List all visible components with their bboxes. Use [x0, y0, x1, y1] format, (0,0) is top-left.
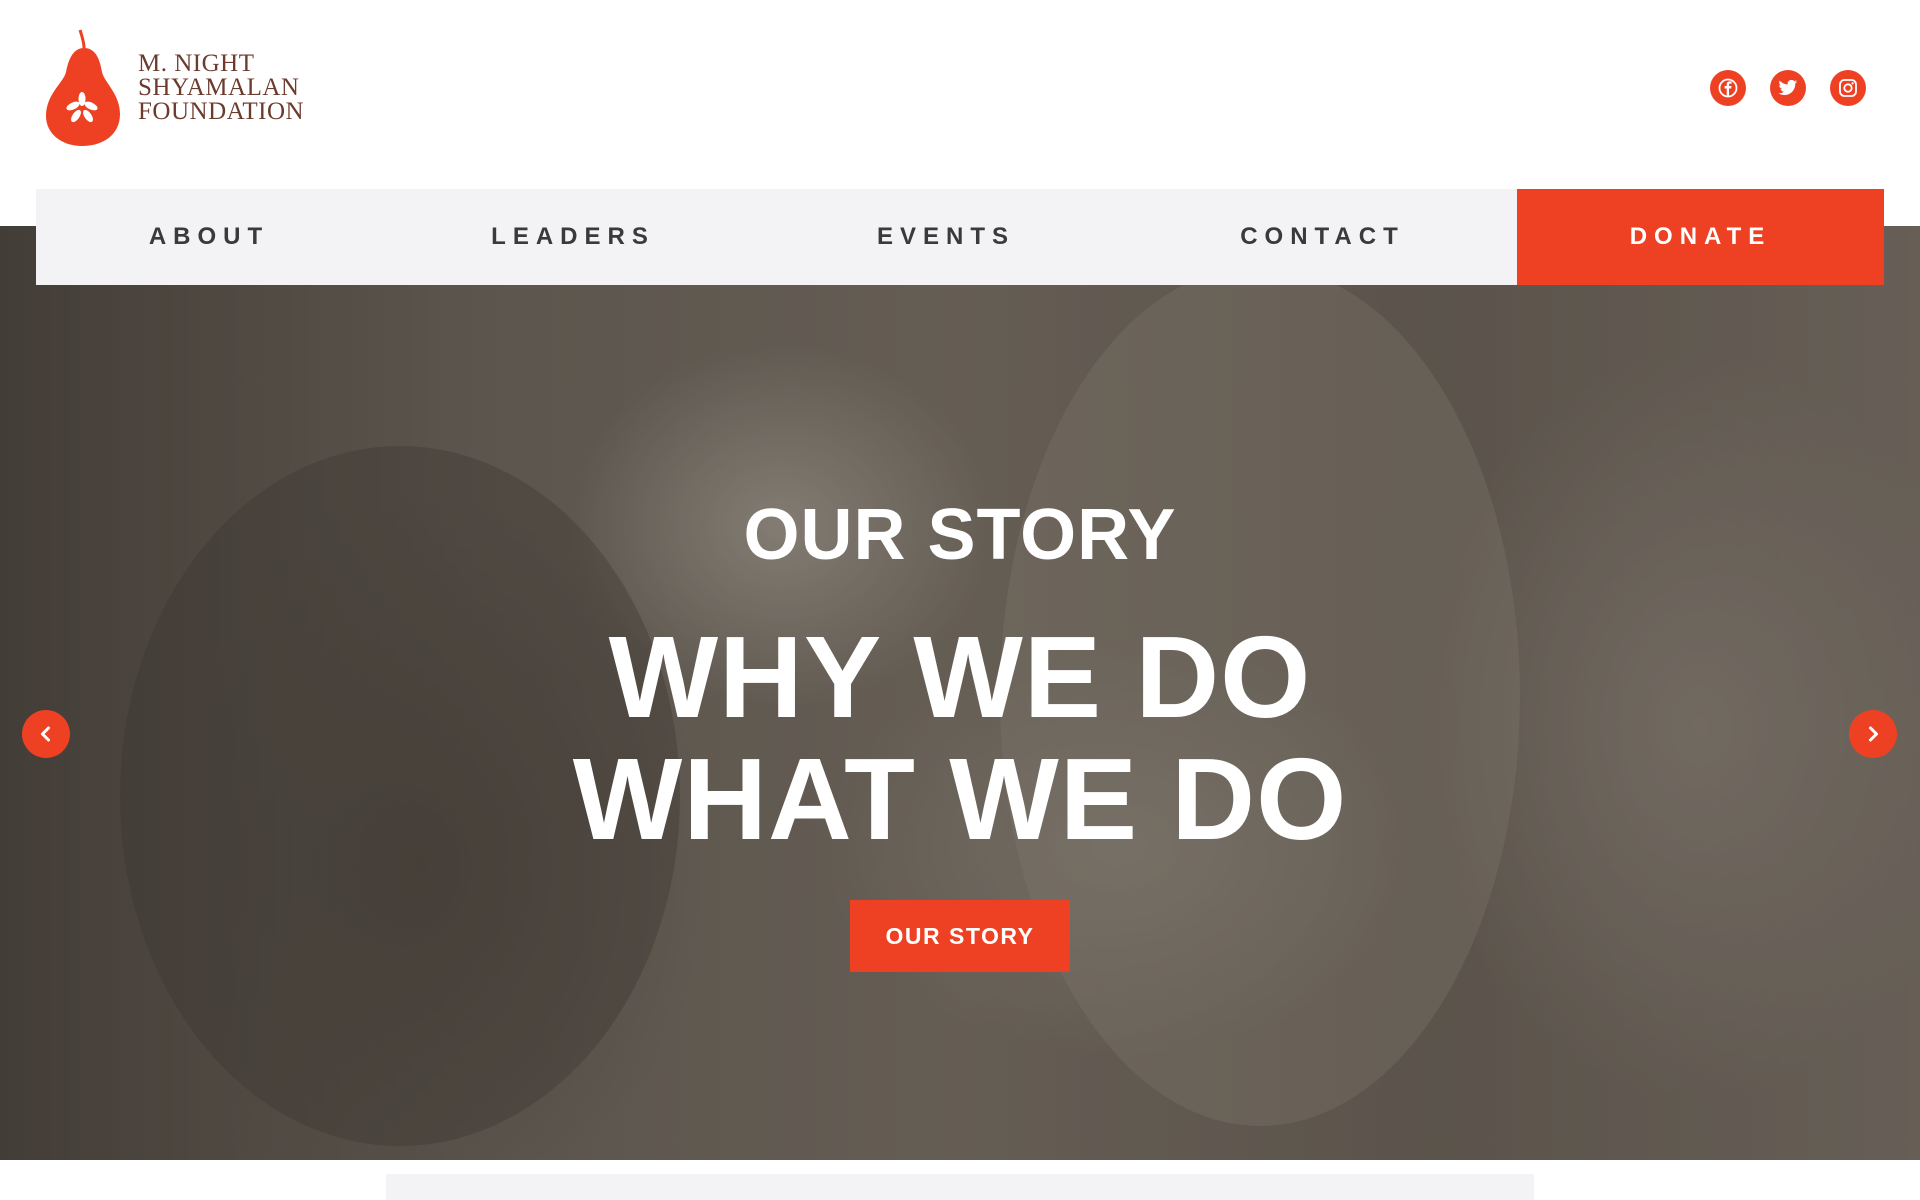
instagram-icon: [1839, 79, 1857, 97]
hero-eyebrow: OUR STORY: [743, 495, 1177, 575]
logo-line-2: SHYAMALAN: [138, 74, 300, 101]
logo-wordmark: M. NIGHT SHYAMALAN FOUNDATION: [138, 50, 305, 125]
facebook-icon: [1718, 78, 1738, 98]
twitter-link[interactable]: [1770, 70, 1806, 106]
slider-next-button[interactable]: [1849, 710, 1897, 758]
logo-line-3: FOUNDATION: [138, 98, 305, 125]
site-logo[interactable]: M. NIGHT SHYAMALAN FOUNDATION: [44, 28, 304, 148]
our-story-button[interactable]: OUR STORY: [850, 900, 1070, 972]
hero-content: OUR STORY WHY WE DO WHAT WE DO OUR STORY: [0, 226, 1920, 1160]
twitter-icon: [1778, 79, 1798, 95]
hero-slider: OUR STORY WHY WE DO WHAT WE DO OUR STORY: [0, 226, 1920, 1160]
nav-item-leaders[interactable]: LEADERS: [382, 189, 764, 285]
hero-title-line-2: WHAT WE DO: [572, 734, 1348, 864]
hero-title-line-1: WHY WE DO: [608, 612, 1312, 742]
instagram-link[interactable]: [1830, 70, 1866, 106]
chevron-right-icon: [1869, 726, 1878, 742]
logo-line-1: M. NIGHT: [138, 50, 255, 77]
chevron-left-icon: [41, 726, 50, 742]
slider-prev-button[interactable]: [22, 710, 70, 758]
nav-item-contact[interactable]: CONTACT: [1128, 189, 1517, 285]
donate-button[interactable]: DONATE: [1517, 189, 1884, 285]
social-links: [1710, 70, 1866, 106]
pear-logo-icon: [44, 28, 124, 148]
content-card-inner: [386, 1174, 1534, 1200]
content-card: [374, 1160, 1546, 1200]
facebook-link[interactable]: [1710, 70, 1746, 106]
nav-item-about[interactable]: ABOUT: [36, 189, 382, 285]
hero-title: WHY WE DO WHAT WE DO: [0, 616, 1920, 860]
nav-item-events[interactable]: EVENTS: [764, 189, 1128, 285]
main-navigation: ABOUT LEADERS EVENTS CONTACT DONATE: [36, 189, 1884, 285]
